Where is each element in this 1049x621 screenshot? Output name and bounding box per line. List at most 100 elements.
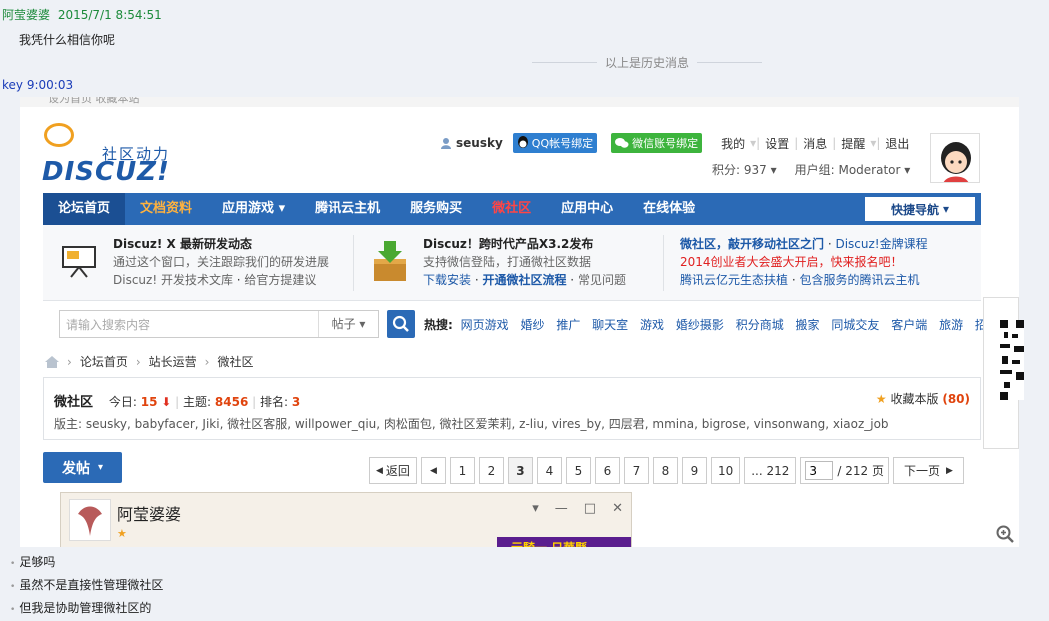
chevron-right-icon: › [67, 354, 72, 369]
user-link-mine[interactable]: 我的 [721, 135, 745, 152]
history-divider: 以上是历史消息 [532, 54, 763, 71]
hot-search-term[interactable]: 游戏 [640, 318, 664, 332]
moderators-list[interactable]: 版主: seusky, babyfacer, Jiki, 微社区客服, will… [54, 415, 889, 432]
page-jump-input[interactable] [805, 461, 834, 480]
site-topbar: 设为首页 收藏本站 [20, 97, 1019, 107]
nav-item-app-center[interactable]: 应用中心 [546, 193, 628, 225]
nav-item-purchase[interactable]: 服务购买 [395, 193, 477, 225]
user-link-messages[interactable]: 消息 [803, 135, 827, 152]
next-page-button[interactable]: 下一页 ▶ [892, 457, 964, 484]
news-text: 支持微信登陆，打通微社区数据 [423, 255, 592, 269]
hot-search-term[interactable]: 旅游 [939, 318, 963, 332]
home-icon[interactable] [45, 355, 59, 368]
nav-item-docs[interactable]: 文档资料 [125, 193, 207, 225]
hot-search-term[interactable]: 推广 [556, 318, 580, 332]
page-current[interactable]: 3 [507, 457, 533, 484]
username[interactable]: seusky [456, 136, 503, 150]
qr-code-widget[interactable] [983, 297, 1024, 449]
minimize-icon[interactable]: — [555, 501, 568, 516]
news-link[interactable]: 微社区，敲开移动社区之门 [680, 237, 824, 251]
hot-search-term[interactable]: 聊天室 [592, 318, 628, 332]
page-link[interactable]: 8 [652, 457, 678, 484]
sender-name[interactable]: key [2, 78, 23, 92]
chat-message-header: 阿莹婆婆 2015/7/1 8:54:51 [2, 6, 162, 23]
separator: | [832, 136, 837, 150]
sender-name[interactable]: 阿莹婆婆 [2, 8, 50, 22]
breadcrumb-item[interactable]: 论坛首页 [80, 353, 128, 370]
breadcrumb-item[interactable]: 微社区 [217, 353, 253, 370]
hot-search-term[interactable]: 搬家 [796, 318, 820, 332]
page-link[interactable]: 2 [478, 457, 504, 484]
news-title[interactable]: Discuz！跨时代产品X3.2发布 [423, 235, 626, 253]
search-scope-select[interactable]: 帖子 ▾ [318, 311, 378, 337]
download-box-icon [374, 241, 406, 281]
promo-banner[interactable]: 元騎一 日華縣 [497, 537, 631, 547]
hot-search-term[interactable]: 客户端 [891, 318, 927, 332]
divider-line [532, 62, 597, 63]
message-time: 9:00:03 [26, 78, 74, 92]
contact-popup[interactable]: 阿莹婆婆 ★ ▾ — □ ✕ 元騎一 日華縣 [60, 492, 632, 547]
news-link[interactable]: 给官方提建议 [244, 273, 316, 287]
rank-label: 排名: [260, 395, 289, 409]
zoom-in-icon[interactable] [996, 525, 1014, 543]
contact-avatar[interactable] [69, 499, 111, 541]
news-link[interactable]: 腾讯云亿元生态扶植 [680, 273, 788, 287]
hot-search-term[interactable]: 同城交友 [831, 318, 879, 332]
logo-bubble-icon [44, 123, 74, 147]
page-link[interactable]: 5 [565, 457, 591, 484]
close-icon[interactable]: ✕ [612, 501, 623, 516]
news-column-release: Discuz！跨时代产品X3.2发布 支持微信登陆，打通微社区数据 下载安装 ·… [423, 235, 626, 287]
search-button[interactable] [387, 310, 415, 338]
favorite-label: 收藏本版 [890, 392, 939, 406]
wechat-bind-button[interactable]: 微信账号绑定 [611, 133, 703, 153]
page-link[interactable]: 10 [710, 457, 741, 484]
nav-item-tencent-cloud[interactable]: 腾讯云主机 [300, 193, 395, 225]
user-group[interactable]: 用户组: Moderator ▾ [795, 161, 911, 178]
nav-item-online-demo[interactable]: 在线体验 [628, 193, 710, 225]
hot-search-term[interactable]: 婚纱 [520, 318, 544, 332]
hot-search-term[interactable]: 网页游戏 [461, 318, 509, 332]
discuz-logo[interactable]: 社区动力 DISCUZ! [42, 121, 182, 187]
news-link[interactable]: 常见问题 [578, 273, 626, 287]
hot-search-term[interactable]: 积分商城 [736, 318, 784, 332]
back-button[interactable]: ◀ 返回 [369, 457, 417, 484]
page-link[interactable]: 9 [681, 457, 707, 484]
quick-nav-button[interactable]: 快捷导航 ▾ [865, 197, 975, 221]
wechat-bind-label: 微信账号绑定 [632, 137, 699, 150]
page-link[interactable]: 1 [449, 457, 475, 484]
qq-bind-button[interactable]: QQ帐号绑定 [512, 133, 598, 153]
news-link[interactable]: 包含服务的腾讯云主机 [799, 273, 919, 287]
divider [353, 235, 354, 291]
maximize-icon[interactable]: □ [584, 501, 596, 516]
user-link-logout[interactable]: 退出 [885, 135, 909, 152]
news-link[interactable]: 2014创业者大会盛大开启，快来报名吧！ [680, 253, 928, 271]
page-link-last[interactable]: ... 212 [744, 457, 797, 484]
page-link[interactable]: 4 [536, 457, 562, 484]
search-input[interactable]: 请输入搜索内容 [60, 316, 318, 333]
user-link-reminders[interactable]: 提醒 [841, 135, 865, 152]
prev-page-button[interactable]: ◀ [420, 457, 446, 484]
nav-item-micro-community[interactable]: 微社区 [477, 193, 546, 225]
hot-search-term[interactable]: 婚纱摄影 [676, 318, 724, 332]
news-link[interactable]: 下载安装 [423, 273, 471, 287]
presentation-board-icon [62, 246, 96, 278]
news-link[interactable]: 开通微社区流程 [482, 273, 566, 287]
user-link-settings[interactable]: 设置 [765, 135, 789, 152]
nav-item-apps-games[interactable]: 应用游戏 ▾ [207, 193, 300, 225]
news-link[interactable]: Discuz!金牌课程 [835, 237, 927, 251]
dropdown-icon[interactable]: ▾ [532, 501, 539, 516]
news-link[interactable]: Discuz! 开发技术文库 [113, 273, 233, 287]
page-jump: / 212 页 [800, 457, 889, 484]
news-title[interactable]: Discuz! X 最新研发动态 [113, 235, 329, 253]
nav-item-home[interactable]: 论坛首页 [43, 193, 126, 225]
shared-screenshot[interactable]: 设为首页 收藏本站 社区动力 DISCUZ! seusky QQ帐号绑定 微信账… [20, 97, 1019, 547]
user-points-label: 积分: 937 [712, 163, 767, 177]
page-link[interactable]: 7 [623, 457, 649, 484]
favorite-forum-button[interactable]: ★ 收藏本版 (80) [876, 390, 970, 407]
page-link[interactable]: 6 [594, 457, 620, 484]
avatar[interactable] [930, 133, 980, 183]
breadcrumb-item[interactable]: 站长运营 [149, 353, 197, 370]
avatar-image [931, 134, 979, 182]
new-post-button[interactable]: 发帖 ▾ [43, 452, 122, 483]
user-points[interactable]: 积分: 937 ▾ [712, 161, 777, 178]
